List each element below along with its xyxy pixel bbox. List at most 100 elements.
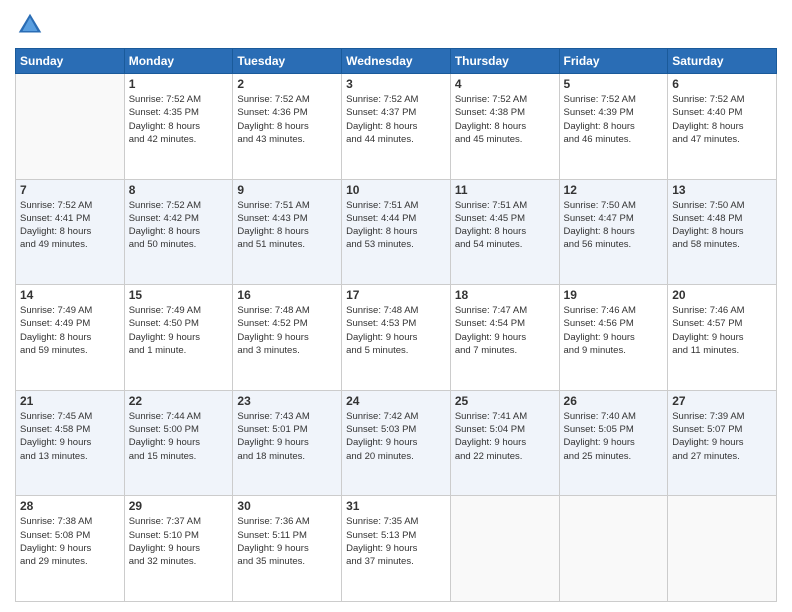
day-info: Sunrise: 7:45 AMSunset: 4:58 PMDaylight:… [20,410,120,463]
day-info: Sunrise: 7:50 AMSunset: 4:48 PMDaylight:… [672,199,772,252]
day-info: Sunrise: 7:49 AMSunset: 4:50 PMDaylight:… [129,304,229,357]
day-number: 20 [672,288,772,302]
day-number: 29 [129,499,229,513]
day-cell: 8 Sunrise: 7:52 AMSunset: 4:42 PMDaylight… [124,179,233,285]
day-info: Sunrise: 7:39 AMSunset: 5:07 PMDaylight:… [672,410,772,463]
day-cell: 21 Sunrise: 7:45 AMSunset: 4:58 PMDayligh… [16,390,125,496]
day-cell: 5 Sunrise: 7:52 AMSunset: 4:39 PMDaylight… [559,74,668,180]
week-row-1: 1Sunrise: 7:52 AMSunset: 4:35 PMDaylight… [16,74,777,180]
day-number: 18 [455,288,555,302]
day-cell: 18 Sunrise: 7:47 AMSunset: 4:54 PMDayligh… [450,285,559,391]
day-info: Sunrise: 7:43 AMSunset: 5:01 PMDaylight:… [237,410,337,463]
day-number: 8 [129,183,229,197]
day-info: Sunrise: 7:44 AMSunset: 5:00 PMDaylight:… [129,410,229,463]
day-number: 31 [346,499,446,513]
day-cell: 25 Sunrise: 7:41 AMSunset: 5:04 PMDayligh… [450,390,559,496]
weekday-header-wednesday: Wednesday [342,49,451,74]
day-cell: 31 Sunrise: 7:35 AMSunset: 5:13 PMDayligh… [342,496,451,602]
day-number: 28 [20,499,120,513]
day-number: 21 [20,394,120,408]
day-cell: 9 Sunrise: 7:51 AMSunset: 4:43 PMDaylight… [233,179,342,285]
day-number: 10 [346,183,446,197]
weekday-header-monday: Monday [124,49,233,74]
day-number: 27 [672,394,772,408]
day-info: Sunrise: 7:51 AMSunset: 4:44 PMDaylight:… [346,199,446,252]
day-cell: 6 Sunrise: 7:52 AMSunset: 4:40 PMDaylight… [668,74,777,180]
day-cell: 20 Sunrise: 7:46 AMSunset: 4:57 PMDayligh… [668,285,777,391]
day-info: Sunrise: 7:37 AMSunset: 5:10 PMDaylight:… [129,515,229,568]
day-info: Sunrise: 7:52 AMSunset: 4:41 PMDaylight:… [20,199,120,252]
day-info: Sunrise: 7:51 AMSunset: 4:43 PMDaylight:… [237,199,337,252]
day-number: 3 [346,77,446,91]
day-info: Sunrise: 7:52 AMSunset: 4:38 PMDaylight:… [455,93,555,146]
day-number: 25 [455,394,555,408]
day-info: Sunrise: 7:52 AMSunset: 4:40 PMDaylight:… [672,93,772,146]
day-cell: 26Sunrise: 7:40 AMSunset: 5:05 PMDayligh… [559,390,668,496]
day-cell: 10 Sunrise: 7:51 AMSunset: 4:44 PMDayligh… [342,179,451,285]
day-number: 6 [672,77,772,91]
day-number: 26 [564,394,664,408]
weekday-header-saturday: Saturday [668,49,777,74]
day-cell: 23 Sunrise: 7:43 AMSunset: 5:01 PMDayligh… [233,390,342,496]
day-info: Sunrise: 7:52 AMSunset: 4:36 PMDaylight:… [237,93,337,146]
weekday-header-thursday: Thursday [450,49,559,74]
day-cell: 14Sunrise: 7:49 AMSunset: 4:49 PMDayligh… [16,285,125,391]
day-number: 19 [564,288,664,302]
day-number: 5 [564,77,664,91]
day-number: 9 [237,183,337,197]
day-cell: 28 Sunrise: 7:38 AMSunset: 5:08 PMDayligh… [16,496,125,602]
day-info: Sunrise: 7:47 AMSunset: 4:54 PMDaylight:… [455,304,555,357]
day-info: Sunrise: 7:36 AMSunset: 5:11 PMDaylight:… [237,515,337,568]
logo-icon [15,10,45,40]
day-number: 16 [237,288,337,302]
day-info: Sunrise: 7:52 AMSunset: 4:37 PMDaylight:… [346,93,446,146]
day-info: Sunrise: 7:48 AMSunset: 4:53 PMDaylight:… [346,304,446,357]
weekday-header-tuesday: Tuesday [233,49,342,74]
day-number: 4 [455,77,555,91]
day-number: 13 [672,183,772,197]
logo [15,10,49,40]
day-number: 7 [20,183,120,197]
day-info: Sunrise: 7:46 AMSunset: 4:56 PMDaylight:… [564,304,664,357]
day-cell: 15 Sunrise: 7:49 AMSunset: 4:50 PMDayligh… [124,285,233,391]
day-info: Sunrise: 7:35 AMSunset: 5:13 PMDaylight:… [346,515,446,568]
day-number: 11 [455,183,555,197]
weekday-header-sunday: Sunday [16,49,125,74]
day-info: Sunrise: 7:49 AMSunset: 4:49 PMDaylight:… [20,304,120,357]
day-cell [16,74,125,180]
page: SundayMondayTuesdayWednesdayThursdayFrid… [0,0,792,612]
weekday-header-friday: Friday [559,49,668,74]
day-info: Sunrise: 7:51 AMSunset: 4:45 PMDaylight:… [455,199,555,252]
weekday-header-row: SundayMondayTuesdayWednesdayThursdayFrid… [16,49,777,74]
day-cell: 3 Sunrise: 7:52 AMSunset: 4:37 PMDaylight… [342,74,451,180]
day-cell [559,496,668,602]
header [15,10,777,40]
day-info: Sunrise: 7:48 AMSunset: 4:52 PMDaylight:… [237,304,337,357]
day-cell: 30Sunrise: 7:36 AMSunset: 5:11 PMDayligh… [233,496,342,602]
day-cell: 2 Sunrise: 7:52 AMSunset: 4:36 PMDaylight… [233,74,342,180]
day-cell: 19 Sunrise: 7:46 AMSunset: 4:56 PMDayligh… [559,285,668,391]
day-info: Sunrise: 7:38 AMSunset: 5:08 PMDaylight:… [20,515,120,568]
day-cell: 22 Sunrise: 7:44 AMSunset: 5:00 PMDayligh… [124,390,233,496]
day-cell: 17 Sunrise: 7:48 AMSunset: 4:53 PMDayligh… [342,285,451,391]
day-info: Sunrise: 7:52 AMSunset: 4:42 PMDaylight:… [129,199,229,252]
day-cell: 13 Sunrise: 7:50 AMSunset: 4:48 PMDayligh… [668,179,777,285]
day-cell: 24Sunrise: 7:42 AMSunset: 5:03 PMDayligh… [342,390,451,496]
day-info: Sunrise: 7:41 AMSunset: 5:04 PMDaylight:… [455,410,555,463]
day-cell: 27 Sunrise: 7:39 AMSunset: 5:07 PMDayligh… [668,390,777,496]
day-number: 22 [129,394,229,408]
day-cell: 11 Sunrise: 7:51 AMSunset: 4:45 PMDayligh… [450,179,559,285]
week-row-3: 14Sunrise: 7:49 AMSunset: 4:49 PMDayligh… [16,285,777,391]
day-number: 1 [129,77,229,91]
day-number: 24 [346,394,446,408]
day-number: 17 [346,288,446,302]
day-info: Sunrise: 7:52 AMSunset: 4:39 PMDaylight:… [564,93,664,146]
day-number: 2 [237,77,337,91]
day-cell: 4 Sunrise: 7:52 AMSunset: 4:38 PMDaylight… [450,74,559,180]
day-number: 15 [129,288,229,302]
day-cell: 1Sunrise: 7:52 AMSunset: 4:35 PMDaylight… [124,74,233,180]
day-info: Sunrise: 7:46 AMSunset: 4:57 PMDaylight:… [672,304,772,357]
day-cell: 12Sunrise: 7:50 AMSunset: 4:47 PMDayligh… [559,179,668,285]
week-row-5: 28 Sunrise: 7:38 AMSunset: 5:08 PMDayligh… [16,496,777,602]
day-number: 23 [237,394,337,408]
